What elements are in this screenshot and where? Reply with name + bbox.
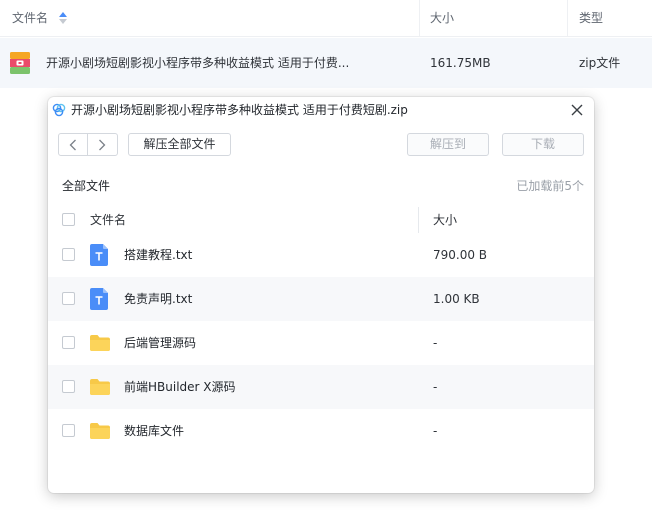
- folder-icon: [90, 423, 110, 439]
- column-divider[interactable]: [567, 0, 568, 37]
- table-header: 文件名 大小: [48, 207, 594, 233]
- archive-preview-dialog: 开源小剧场短剧影视小程序带多种收益模式 适用于付费短剧.zip 解压全部文件 解…: [48, 97, 594, 493]
- zip-file-icon: [10, 52, 30, 74]
- row-file-size: 790.00 B: [433, 248, 488, 262]
- file-list-header: 文件名 大小 类型: [0, 0, 652, 37]
- row-checkbox[interactable]: [62, 248, 75, 261]
- column-header-type[interactable]: 类型: [579, 0, 603, 37]
- column-header-size[interactable]: 大小: [433, 207, 457, 233]
- txt-file-icon: [90, 288, 108, 310]
- folder-icon: [90, 379, 110, 395]
- folder-icon: [90, 335, 110, 351]
- file-size: 161.75MB: [430, 56, 491, 70]
- column-divider[interactable]: [418, 207, 419, 233]
- extract-all-button[interactable]: 解压全部文件: [128, 133, 231, 156]
- breadcrumb[interactable]: 全部文件: [62, 177, 110, 194]
- back-button[interactable]: [59, 134, 88, 155]
- txt-file-icon: [90, 244, 108, 266]
- file-name: 开源小剧场短剧影视小程序带多种收益模式 适用于付费...: [46, 56, 350, 70]
- row-file-size: 1.00 KB: [433, 292, 480, 306]
- row-folder-name: 前端HBuilder X源码: [124, 380, 236, 394]
- table-row[interactable]: 前端HBuilder X源码 -: [48, 365, 594, 409]
- file-row-zip[interactable]: 开源小剧场短剧影视小程序带多种收益模式 适用于付费... 161.75MB zi…: [0, 38, 652, 88]
- row-file-name: 搭建教程.txt: [124, 248, 193, 262]
- extract-to-button[interactable]: 解压到: [407, 133, 489, 156]
- row-folder-name: 数据库文件: [124, 424, 185, 438]
- row-file-size: -: [433, 424, 438, 438]
- row-checkbox[interactable]: [62, 424, 75, 437]
- column-header-name[interactable]: 文件名: [90, 207, 126, 233]
- chevron-right-icon: [99, 139, 106, 151]
- navigation-buttons: [58, 133, 118, 156]
- table-row[interactable]: 后端管理源码 -: [48, 321, 594, 365]
- row-file-size: -: [433, 380, 438, 394]
- row-checkbox[interactable]: [62, 292, 75, 305]
- row-file-name: 免责声明.txt: [124, 292, 193, 306]
- dialog-title: 开源小剧场短剧影视小程序带多种收益模式 适用于付费短剧.zip: [71, 103, 408, 117]
- loaded-count-text: 已加载前5个: [516, 179, 584, 193]
- table-row[interactable]: 搭建教程.txt 790.00 B: [48, 233, 594, 277]
- sort-icon[interactable]: [57, 9, 69, 27]
- forward-button[interactable]: [88, 134, 117, 155]
- close-icon[interactable]: [570, 103, 584, 117]
- chevron-left-icon: [69, 139, 76, 151]
- column-header-name[interactable]: 文件名: [12, 0, 48, 37]
- row-folder-name: 后端管理源码: [124, 336, 197, 350]
- app-logo-icon: [52, 103, 66, 117]
- row-file-size: -: [433, 336, 438, 350]
- column-header-size[interactable]: 大小: [430, 0, 454, 37]
- file-type: zip文件: [579, 56, 621, 70]
- download-button[interactable]: 下载: [502, 133, 584, 156]
- column-divider[interactable]: [419, 0, 420, 37]
- table-row[interactable]: 免责声明.txt 1.00 KB: [48, 277, 594, 321]
- select-all-checkbox[interactable]: [62, 213, 75, 226]
- table-row[interactable]: 数据库文件 -: [48, 409, 594, 453]
- row-checkbox[interactable]: [62, 380, 75, 393]
- row-checkbox[interactable]: [62, 336, 75, 349]
